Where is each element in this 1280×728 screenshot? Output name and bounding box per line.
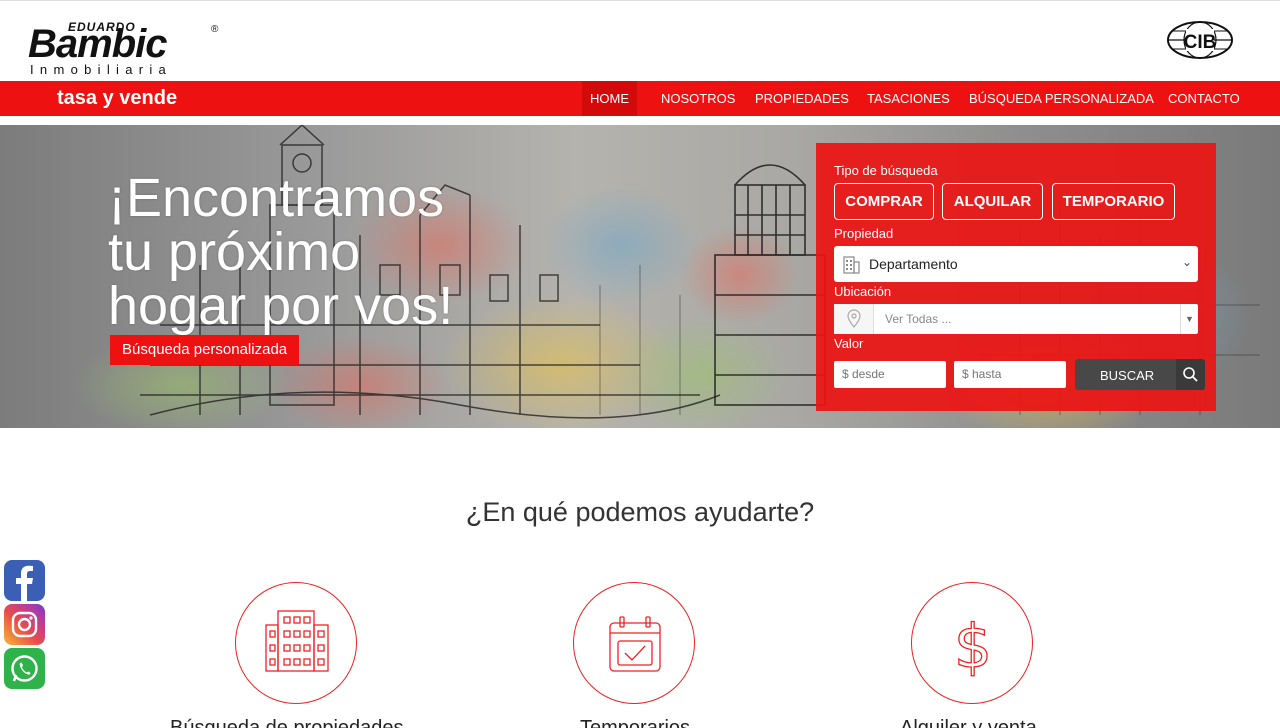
cib-logo-text: CIB	[1184, 32, 1217, 53]
hero-title-line-2: tu próximo	[108, 222, 361, 282]
whatsapp-icon[interactable]	[4, 648, 45, 689]
hero-banner: ¡Encontramos tu próximo hogar por vos! B…	[0, 125, 1280, 428]
temporario-button[interactable]: TEMPORARIO	[1052, 183, 1175, 220]
nav-contacto[interactable]: CONTACTO	[1168, 81, 1240, 116]
ubicacion-label: Ubicación	[834, 284, 892, 299]
alquiler-venta-circle[interactable]: $	[911, 582, 1033, 704]
alquilar-button[interactable]: ALQUILAR	[942, 183, 1043, 220]
building-icon	[265, 610, 329, 672]
nav-propiedades[interactable]: PROPIEDADES	[755, 81, 849, 116]
logo-registered-mark: ®	[211, 24, 219, 35]
ubicacion-select[interactable]: Ver Todas ... ▼	[834, 304, 1198, 334]
nav-busqueda-personalizada[interactable]: BÚSQUEDA PERSONALIZADA	[969, 81, 1154, 116]
svg-text:$: $	[954, 612, 992, 682]
buscar-button[interactable]: BUSCAR	[1075, 359, 1205, 390]
apartment-icon	[843, 256, 860, 274]
precio-desde-input[interactable]	[834, 361, 946, 388]
propiedad-label: Propiedad	[834, 226, 894, 241]
nav-spacer	[0, 116, 1280, 125]
propiedad-value: Departamento	[869, 256, 958, 272]
cib-logo-icon[interactable]: CIB	[1166, 20, 1234, 60]
nav-tasaciones[interactable]: TASACIONES	[867, 81, 950, 116]
bambic-logo[interactable]: EDUARDO Bambic ® Inmobiliaria	[28, 19, 228, 79]
tipo-busqueda-label: Tipo de búsqueda	[834, 163, 938, 178]
help-section-title: ¿En qué podemos ayudarte?	[465, 497, 815, 527]
hero-title-line-3: hogar por vos!	[108, 276, 454, 336]
site-header: EDUARDO Bambic ® Inmobiliaria CIB	[0, 1, 1280, 81]
propiedades-circle[interactable]	[235, 582, 357, 704]
calendar-icon	[609, 616, 661, 672]
busqueda-personalizada-button[interactable]: Búsqueda personalizada	[110, 335, 300, 365]
hero-title: ¡Encontramos tu próximo hogar por vos!	[108, 171, 528, 333]
location-pin-icon	[834, 304, 874, 334]
dollar-icon: $	[953, 611, 992, 682]
dropdown-arrow-icon[interactable]: ▼	[1180, 304, 1198, 334]
instagram-icon[interactable]	[4, 604, 45, 645]
help-item-label-2: Temporarios	[580, 717, 691, 728]
nav-home[interactable]: HOME	[582, 81, 637, 116]
help-item-label-1: Búsqueda de propiedades	[170, 717, 404, 728]
comprar-button[interactable]: COMPRAR	[834, 183, 934, 220]
facebook-icon[interactable]	[4, 560, 45, 601]
temporarios-circle[interactable]	[573, 582, 695, 704]
hero-title-line-1: ¡Encontramos	[108, 168, 445, 228]
main-navbar: tasa y vende HOME NOSOTROS PROPIEDADES T…	[0, 81, 1280, 116]
help-item-label-3: Alquiler y venta	[900, 717, 1037, 728]
search-icon	[1176, 359, 1205, 390]
logo-name: Bambic	[28, 22, 167, 66]
ubicacion-placeholder: Ver Todas ...	[885, 312, 952, 326]
tagline: tasa y vende	[57, 87, 178, 109]
buscar-label: BUSCAR	[1100, 368, 1155, 383]
precio-hasta-input[interactable]	[954, 361, 1066, 388]
search-panel: Tipo de búsqueda COMPRAR ALQUILAR TEMPOR…	[816, 143, 1216, 411]
logo-subtitle: Inmobiliaria	[30, 62, 173, 77]
nav-nosotros[interactable]: NOSOTROS	[661, 81, 735, 116]
propiedad-select[interactable]: Departamento ⌄	[834, 246, 1198, 282]
valor-label: Valor	[834, 336, 864, 351]
chevron-down-icon: ⌄	[1181, 255, 1192, 269]
